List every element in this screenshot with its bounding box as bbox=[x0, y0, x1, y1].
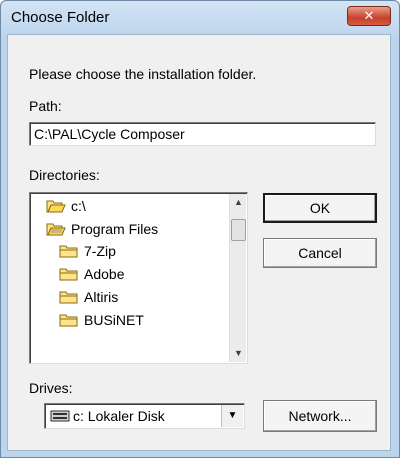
drives-select[interactable]: c: Lokaler Disk ▼ bbox=[44, 403, 245, 429]
directory-item-c-root[interactable]: c:\ bbox=[46, 196, 86, 216]
open-folder-icon bbox=[46, 223, 66, 236]
folder-icon bbox=[59, 245, 78, 258]
folder-icon bbox=[59, 268, 78, 281]
scrollbar-thumb[interactable] bbox=[231, 219, 246, 241]
open-folder-icon bbox=[46, 200, 66, 213]
drives-label: Drives: bbox=[29, 380, 73, 396]
hard-disk-icon bbox=[50, 410, 70, 422]
directory-item-businet[interactable]: BUSiNET bbox=[59, 310, 144, 330]
directory-item-altiris[interactable]: Altiris bbox=[59, 287, 118, 307]
scroll-down-arrow-icon[interactable]: ▼ bbox=[230, 345, 247, 362]
scroll-up-arrow-icon[interactable]: ▲ bbox=[230, 194, 247, 211]
cancel-button[interactable]: Cancel bbox=[263, 238, 377, 268]
directory-label: c:\ bbox=[71, 198, 86, 214]
directory-label: Adobe bbox=[84, 266, 125, 282]
prompt-text: Please choose the installation folder. bbox=[29, 66, 257, 82]
directory-label: Program Files bbox=[71, 221, 159, 237]
directories-scrollbar[interactable]: ▲ ▼ bbox=[229, 194, 246, 362]
directory-label: 7-Zip bbox=[84, 243, 116, 259]
network-button[interactable]: Network... bbox=[263, 400, 377, 432]
close-icon: ✕ bbox=[363, 8, 375, 23]
directory-item-program-files[interactable]: Program Files bbox=[46, 219, 158, 239]
directories-list[interactable]: c:\ Program Files 7-Zip Adobe Altiris BU… bbox=[29, 192, 248, 364]
window-title: Choose Folder bbox=[11, 9, 110, 26]
title-bar[interactable]: Choose Folder ✕ bbox=[1, 1, 399, 35]
folder-icon bbox=[59, 291, 78, 304]
directory-label: BUSiNET bbox=[84, 312, 144, 328]
directory-label: Altiris bbox=[84, 289, 119, 305]
directory-item-7-zip[interactable]: 7-Zip bbox=[59, 241, 116, 261]
path-input[interactable]: C:\PAL\Cycle Composer bbox=[29, 122, 376, 146]
ok-button[interactable]: OK bbox=[263, 193, 377, 223]
path-label: Path: bbox=[29, 98, 62, 114]
folder-icon bbox=[59, 314, 78, 327]
directories-label: Directories: bbox=[29, 167, 100, 183]
dropdown-arrow-icon[interactable]: ▼ bbox=[221, 405, 243, 427]
directory-item-adobe[interactable]: Adobe bbox=[59, 264, 124, 284]
close-button[interactable]: ✕ bbox=[347, 6, 391, 26]
drive-selected-value: c: Lokaler Disk bbox=[73, 408, 165, 424]
